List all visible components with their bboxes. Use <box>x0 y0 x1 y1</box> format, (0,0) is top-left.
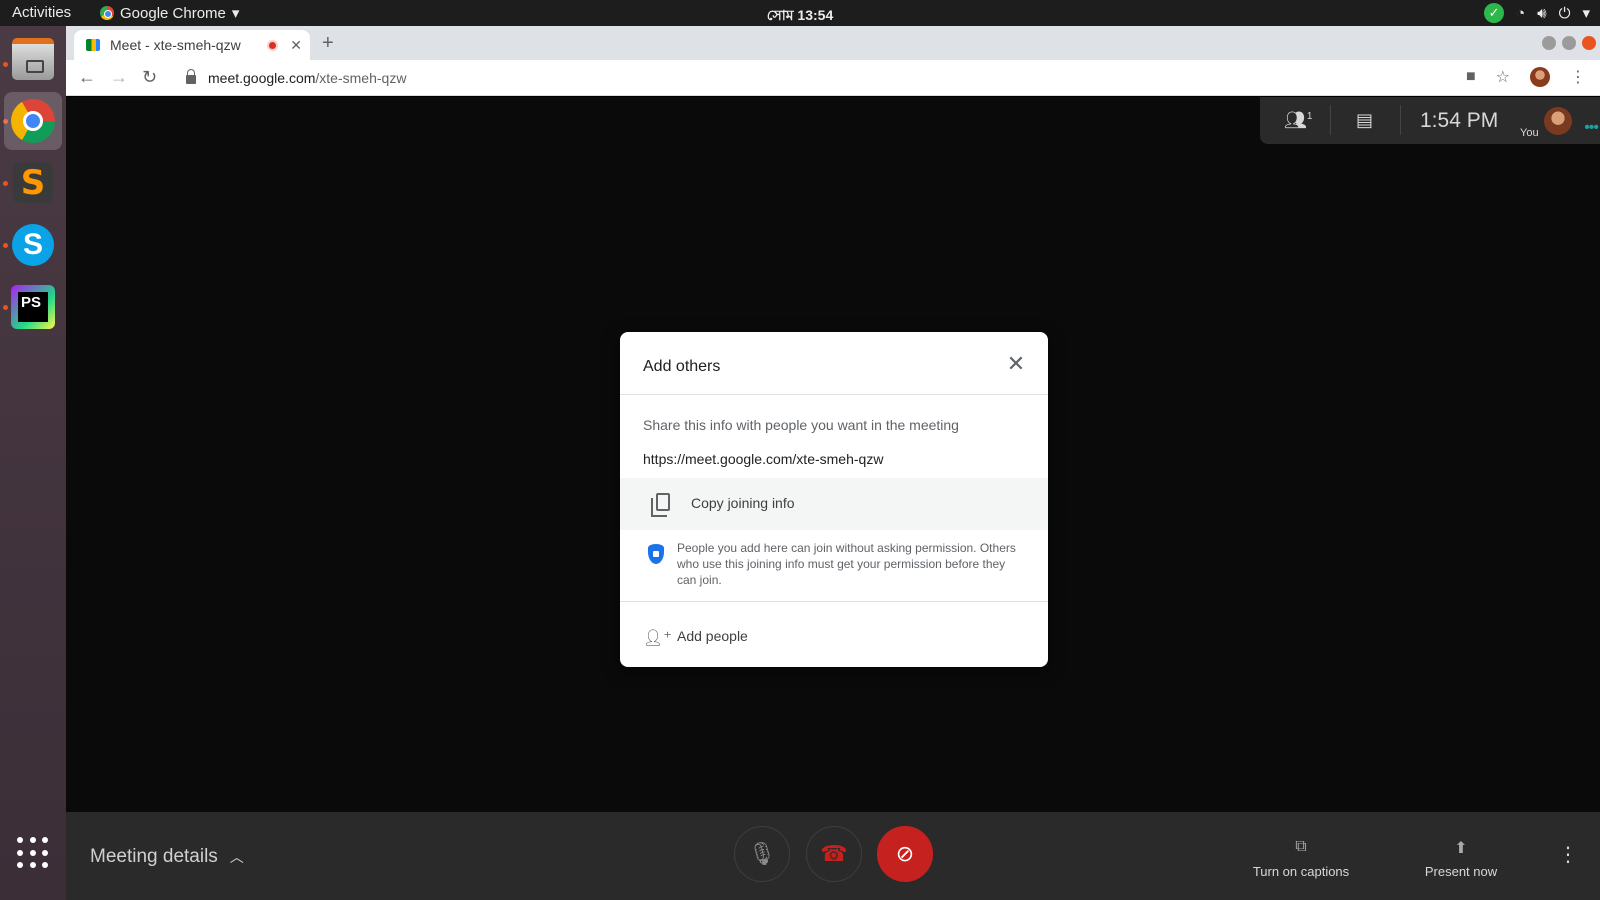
participants-button[interactable]: 👥︎1 <box>1284 110 1312 131</box>
chevron-down-icon[interactable]: ▾ <box>1582 4 1590 22</box>
more-options-icon[interactable]: ⋮ <box>1558 842 1578 867</box>
people-icon: 👥︎ <box>1284 110 1307 130</box>
close-icon[interactable]: ✕ <box>1004 352 1028 376</box>
copy-joining-info-label: Copy joining info <box>691 495 795 511</box>
meeting-details-button[interactable]: Meeting details ︿ <box>90 846 244 868</box>
chrome-menu-icon[interactable]: ⋮ <box>1570 67 1586 87</box>
address-bar[interactable]: meet.google.com/xte-smeh-qzw <box>176 64 1466 92</box>
meeting-link[interactable]: https://meet.google.com/xte-smeh-qzw <box>643 451 883 467</box>
window-controls <box>1542 36 1596 50</box>
add-others-dialog: Add others ✕ Share this info with people… <box>620 332 1048 667</box>
lock-icon[interactable] <box>186 68 196 84</box>
camera-off-icon: ⊘ <box>895 841 915 866</box>
url-path: /xte-smeh-qzw <box>315 70 407 86</box>
maximize-button[interactable] <box>1562 36 1576 50</box>
leave-call-button[interactable]: ☎︎ <box>806 826 862 882</box>
chrome-app-launcher[interactable] <box>4 92 62 150</box>
system-clock[interactable]: সোম 13:54 <box>0 4 1600 28</box>
add-people-label: Add people <box>677 628 748 644</box>
sublime-text-icon: S <box>13 163 53 203</box>
shield-lock-icon <box>648 544 664 564</box>
phpstorm-app-launcher[interactable] <box>4 278 62 336</box>
chat-button[interactable]: ▤ <box>1356 110 1373 131</box>
more-dots-icon[interactable]: ••• <box>1584 119 1599 137</box>
meeting-clock: 1:54 PM <box>1420 109 1499 132</box>
sublime-app-launcher[interactable]: S <box>4 154 62 212</box>
reload-icon[interactable]: ↻ <box>142 67 157 88</box>
divider <box>1330 105 1331 135</box>
self-tile-label: You <box>1520 127 1539 139</box>
permission-note: People you add here can join without ask… <box>620 530 1048 602</box>
present-now-label: Present now <box>1424 864 1498 879</box>
new-tab-button[interactable]: + <box>322 32 334 55</box>
recording-indicator-icon <box>267 39 279 51</box>
power-icon[interactable]: ⏻ <box>1559 5 1571 22</box>
captions-button[interactable]: ⧉ Turn on captions <box>1246 838 1356 879</box>
meet-control-bar: Meeting details ︿ 🎙︎ ☎︎ ⊘ ⧉ Turn on capt… <box>66 812 1600 900</box>
skype-app-launcher[interactable]: S <box>4 216 62 274</box>
toolbar-actions: ■ ☆ ⋮ <box>1466 67 1586 87</box>
app-grid-icon <box>17 837 49 869</box>
present-screen-icon: ⬆︎ <box>1454 840 1468 857</box>
add-person-icon: 👤︎⁺ <box>643 630 672 647</box>
captions-label: Turn on captions <box>1252 864 1350 879</box>
permission-note-text: People you add here can join without ask… <box>677 541 1016 587</box>
files-app-launcher[interactable] <box>4 30 62 88</box>
copy-joining-info-button[interactable]: Copy joining info <box>620 478 1048 530</box>
wifi-icon[interactable]: ◔ <box>1516 5 1525 22</box>
meeting-details-label: Meeting details <box>90 846 218 867</box>
bookmark-star-icon[interactable]: ☆ <box>1496 67 1510 87</box>
microphone-icon: 🎙︎ <box>748 841 776 866</box>
dialog-title: Add others <box>643 358 721 375</box>
tab-title: Meet - xte-smeh-qzw <box>110 37 241 53</box>
browser-tab[interactable]: Meet - xte-smeh-qzw ✕ <box>74 30 310 60</box>
profile-avatar[interactable] <box>1530 67 1550 87</box>
chevron-up-icon: ︿ <box>229 849 244 865</box>
copy-icon <box>651 493 670 517</box>
back-arrow-icon[interactable]: ← <box>78 67 96 88</box>
dialog-header: Add others ✕ <box>620 332 1048 395</box>
dock: S S <box>0 26 66 900</box>
participants-count: 1 <box>1306 111 1313 122</box>
url-domain: meet.google.com <box>208 70 316 86</box>
system-top-bar: Activities Google Chrome ▾ সোম 13:54 ✓ ◔… <box>0 0 1600 26</box>
forward-arrow-icon[interactable]: → <box>110 67 128 88</box>
volume-icon[interactable]: 🔊︎ <box>1537 5 1546 22</box>
chrome-icon <box>11 99 55 143</box>
share-info-text: Share this info with people you want in … <box>643 417 959 433</box>
closed-captions-icon: ⧉ <box>1295 838 1307 855</box>
meet-stage: 👥︎1 ▤ 1:54 PM You ••• Add others ✕ Share… <box>66 97 1600 900</box>
browser-toolbar: ← → ↻ meet.google.com/xte-smeh-qzw ■ ☆ ⋮ <box>66 60 1600 96</box>
files-icon <box>12 38 54 80</box>
system-tray[interactable]: ✓ ◔ 🔊︎ ⏻ ▾ <box>1484 3 1590 23</box>
meet-top-panel: 👥︎1 ▤ 1:54 PM You ••• <box>1260 97 1600 144</box>
self-avatar[interactable] <box>1544 107 1572 135</box>
present-now-button[interactable]: ⬆︎ Present now <box>1401 838 1521 879</box>
close-tab-icon[interactable]: ✕ <box>290 37 302 54</box>
minimize-button[interactable] <box>1542 36 1556 50</box>
check-icon[interactable]: ✓ <box>1484 3 1505 23</box>
phpstorm-icon <box>11 285 55 329</box>
skype-icon: S <box>12 224 54 266</box>
browser-tab-strip: Meet - xte-smeh-qzw ✕ + <box>66 26 1600 60</box>
add-people-button[interactable]: 👤︎⁺ Add people <box>620 603 1048 667</box>
show-applications-button[interactable] <box>4 824 62 882</box>
camera-toggle-button[interactable]: ⊘ <box>877 826 933 882</box>
chat-icon: ▤ <box>1356 110 1374 130</box>
meet-favicon-icon <box>86 39 100 51</box>
microphone-button[interactable]: 🎙︎ <box>734 826 790 882</box>
camera-in-use-icon[interactable]: ■ <box>1466 68 1476 86</box>
divider <box>1400 105 1401 135</box>
hang-up-icon: ☎︎ <box>820 841 848 866</box>
close-window-button[interactable] <box>1582 36 1596 50</box>
